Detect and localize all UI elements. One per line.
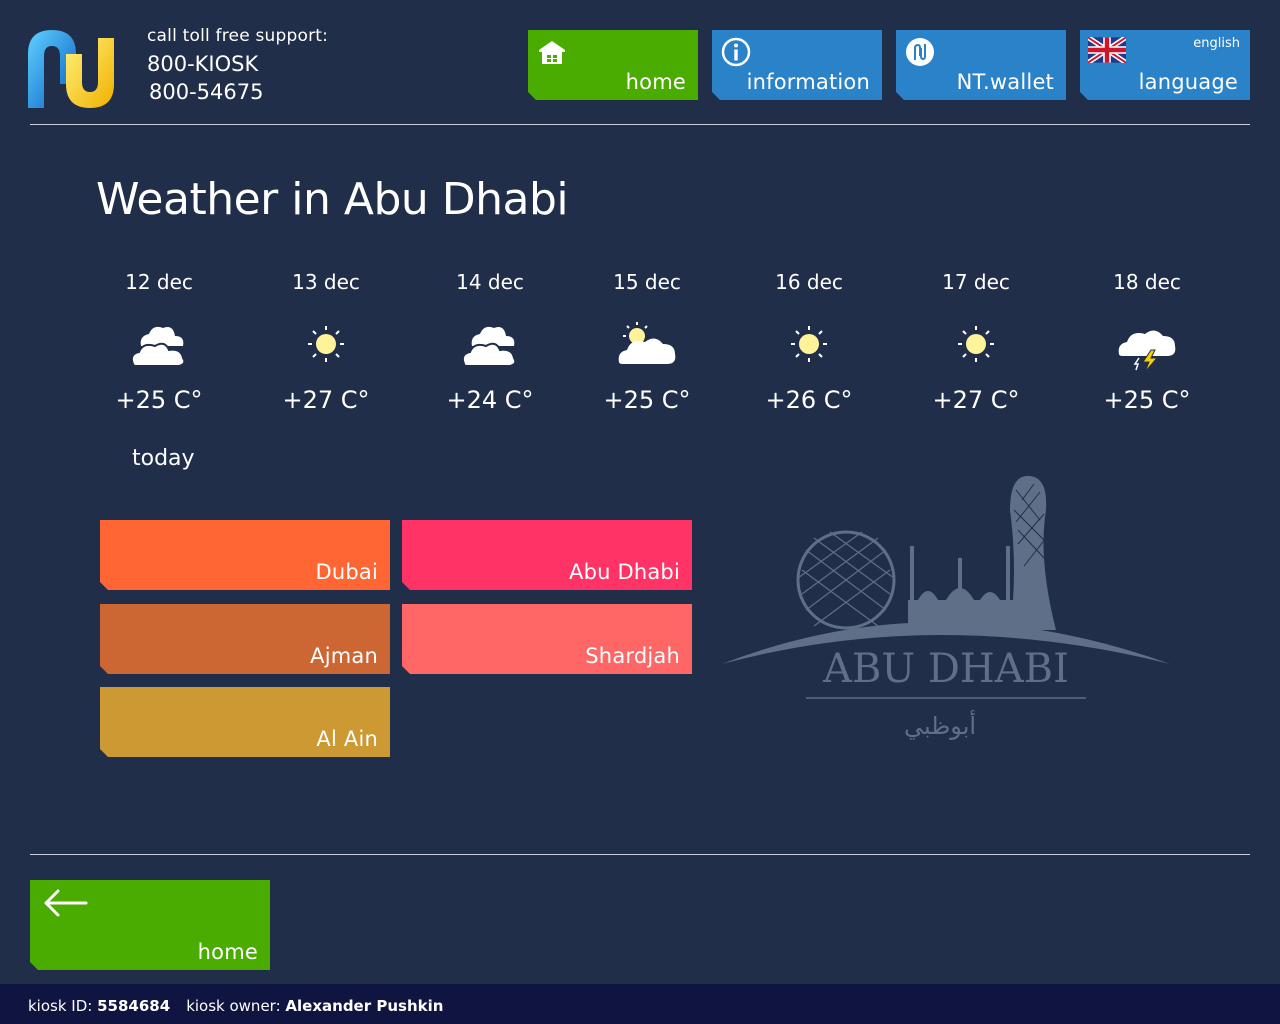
forecast-date: 12 dec [125, 270, 193, 294]
sunny-icon [958, 326, 994, 362]
forecast-day: 15 dec +25 C° [577, 268, 717, 414]
footer-divider [30, 854, 1250, 855]
forecast-day: 16 dec +26 C° [739, 268, 879, 414]
cloudy-icon [130, 326, 186, 367]
info-icon [720, 36, 752, 68]
thunderstorm-icon [1118, 330, 1176, 372]
nav-information-button[interactable]: information [712, 30, 882, 100]
forecast-temp: +25 C° [1103, 386, 1191, 414]
city-label: Al Ain [316, 727, 378, 751]
forecast-date: 17 dec [942, 270, 1010, 294]
arrow-left-icon [42, 888, 90, 918]
cloudy-icon [461, 326, 517, 367]
header-divider [30, 124, 1250, 125]
forecast-temp: +25 C° [603, 386, 691, 414]
page-title: Weather in Abu Dhabi [96, 174, 569, 225]
nav-language-label: language [1138, 70, 1238, 94]
forecast-day: 13 dec +27 C° [256, 268, 396, 414]
support-phone-primary: 800-KIOSK [147, 52, 259, 76]
status-footer: kiosk ID: 5584684 kiosk owner: Alexander … [0, 984, 1280, 1024]
forecast-date: 16 dec [775, 270, 843, 294]
forecast-date: 18 dec [1113, 270, 1181, 294]
back-home-label: home [197, 940, 258, 964]
forecast-temp: +26 C° [765, 386, 853, 414]
forecast-day: 18 dec +25 C° [1077, 268, 1217, 414]
kiosk-owner-label: kiosk owner: [186, 997, 281, 1015]
city-label: Shardjah [585, 644, 680, 668]
nav-wallet-button[interactable]: NT.wallet [896, 30, 1066, 100]
nav-home-button[interactable]: home [528, 30, 698, 100]
forecast-day: 12 dec +25 C° [89, 268, 229, 414]
partly-cloudy-icon [618, 322, 676, 364]
support-label: call toll free support: [147, 26, 329, 46]
skyline-title: ABU DHABI [822, 646, 1069, 692]
back-home-button[interactable]: home [30, 880, 270, 970]
forecast-temp: +27 C° [932, 386, 1020, 414]
city-abu-dhabi-button[interactable]: Abu Dhabi [402, 520, 692, 590]
support-info: call toll free support: 800-KIOSK 800-54… [147, 26, 328, 106]
support-phone-secondary: 800-54675 [149, 80, 264, 104]
forecast-date: 15 dec [613, 270, 681, 294]
city-shardjah-button[interactable]: Shardjah [402, 604, 692, 674]
city-dubai-button[interactable]: Dubai [100, 520, 390, 590]
city-label: Dubai [315, 560, 378, 584]
nav-information-label: information [746, 70, 870, 94]
forecast-day: 14 dec +24 C° [420, 268, 560, 414]
nav-language-button[interactable]: english language [1080, 30, 1250, 100]
city-label: Abu Dhabi [569, 560, 680, 584]
wallet-icon [904, 36, 936, 68]
today-label: today [132, 446, 195, 471]
sunny-icon [791, 326, 827, 362]
city-al-ain-button[interactable]: Al Ain [100, 687, 390, 757]
kiosk-id-label: kiosk ID: [28, 997, 93, 1015]
kiosk-id-value: 5584684 [97, 997, 171, 1015]
abu-dhabi-skyline-illustration: ABU DHABI أبوظبي [722, 475, 1170, 740]
current-language: english [1193, 36, 1240, 51]
nav-home-label: home [625, 70, 686, 94]
kiosk-logo [28, 30, 114, 108]
forecast-temp: +24 C° [446, 386, 534, 414]
skyline-arabic: أبوظبي [904, 710, 976, 740]
uk-flag-icon [1088, 37, 1126, 63]
forecast-temp: +25 C° [115, 386, 203, 414]
forecast-date: 14 dec [456, 270, 524, 294]
nav-wallet-label: NT.wallet [956, 70, 1054, 94]
forecast-date: 13 dec [292, 270, 360, 294]
city-label: Ajman [310, 644, 378, 668]
forecast-day: 17 dec +27 C° [906, 268, 1046, 414]
city-ajman-button[interactable]: Ajman [100, 604, 390, 674]
home-icon [536, 36, 568, 68]
sunny-icon [308, 326, 344, 362]
forecast-temp: +27 C° [282, 386, 370, 414]
kiosk-owner-value: Alexander Pushkin [285, 997, 444, 1015]
